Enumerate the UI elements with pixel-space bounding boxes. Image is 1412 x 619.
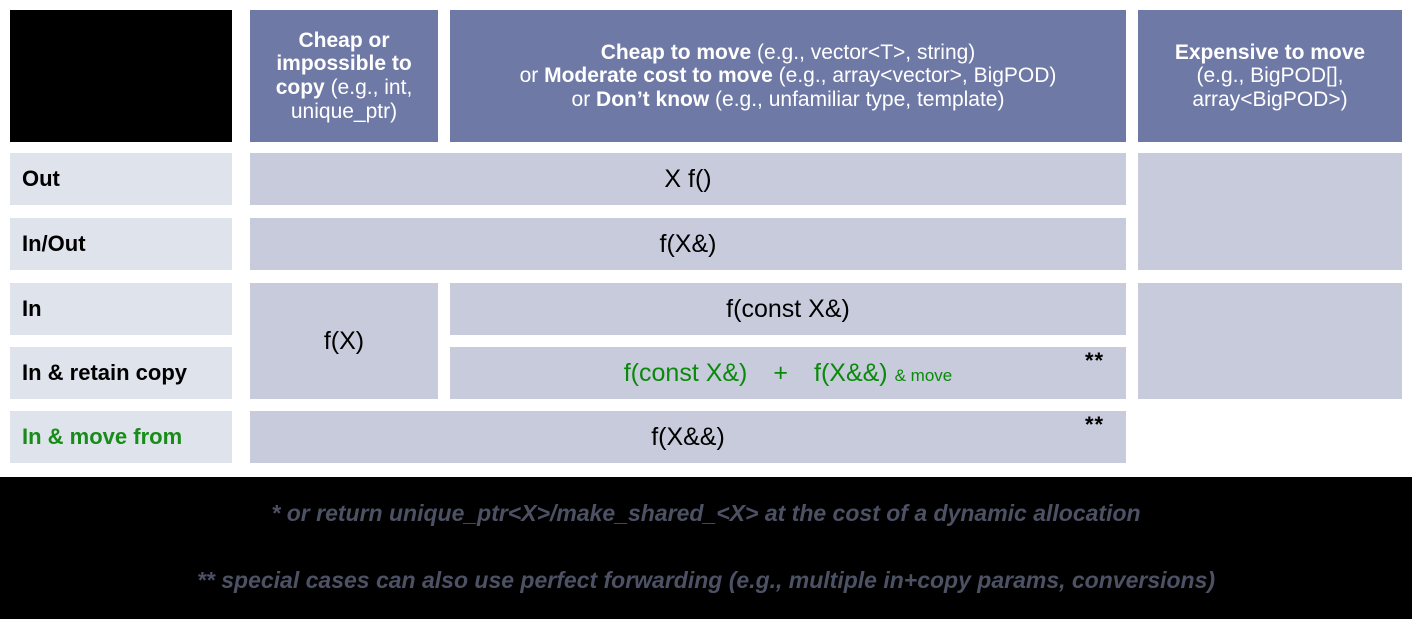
row-label-in-move-from: In & move from [10,411,232,463]
footnote-marker-move-from: ** [1085,412,1105,437]
footnote-marker-retain-copy: ** [1085,348,1105,373]
header-line: Cheap or [298,28,390,52]
cell-in-f-x: f(X) [250,283,438,399]
header-col-expensive-to-move: Expensive to move (e.g., BigPOD[], array… [1138,10,1402,142]
row-label-in-retain-copy: In & retain copy [10,347,232,399]
header-line: or Moderate cost to move (e.g., array<ve… [519,64,1057,88]
header-line: or Don’t know (e.g., unfamiliar type, te… [571,87,1005,111]
header-line: Expensive to move [1174,40,1366,64]
parameter-passing-table: Cheap or impossible to copy (e.g., int, … [0,0,1412,619]
cell-in-retain-copy-signatures: f(const X&) + f(X&&) & move [450,347,1126,399]
header-line: Cheap to move (e.g., vector<T>, string) [600,40,976,64]
cell-out-expensive-empty [1138,153,1402,270]
signature-group: f(const X&) + f(X&&) & move [624,359,953,387]
header-line: impossible to [276,52,412,76]
cell-in-move-from-f-xrvalue: f(X&&) [250,411,1126,463]
header-line: unique_ptr) [290,99,398,123]
row-label-out: Out [10,153,232,205]
header-col-cheap-to-move: Cheap to move (e.g., vector<T>, string) … [450,10,1126,142]
cell-in-expensive-empty [1138,283,1402,399]
footer-panel [0,477,1412,619]
signature-rvalue-ref: f(X&&) [814,359,888,387]
header-line: array<BigPOD>) [1192,87,1348,111]
row-label-in-out: In/Out [10,218,232,270]
cell-out-x-f: X f() [250,153,1126,205]
header-line: (e.g., BigPOD[], [1196,64,1344,88]
footnote-double-star: ** special cases can also use perfect fo… [196,567,1216,593]
signature-const-ref: f(const X&) [623,359,748,387]
signature-plus: + [773,359,788,387]
cell-in-out-f-xref: f(X&) [250,218,1126,270]
header-line: copy (e.g., int, [275,76,413,99]
header-corner-blank [10,10,232,142]
header-col-cheap-or-impossible-to-copy: Cheap or impossible to copy (e.g., int, … [250,10,438,142]
signature-and-move: & move [894,366,953,385]
footnote-single-star: * or return unique_ptr<X>/make_shared_<X… [271,500,1141,526]
row-label-in: In [10,283,232,335]
cell-in-f-const-xref: f(const X&) [450,283,1126,335]
